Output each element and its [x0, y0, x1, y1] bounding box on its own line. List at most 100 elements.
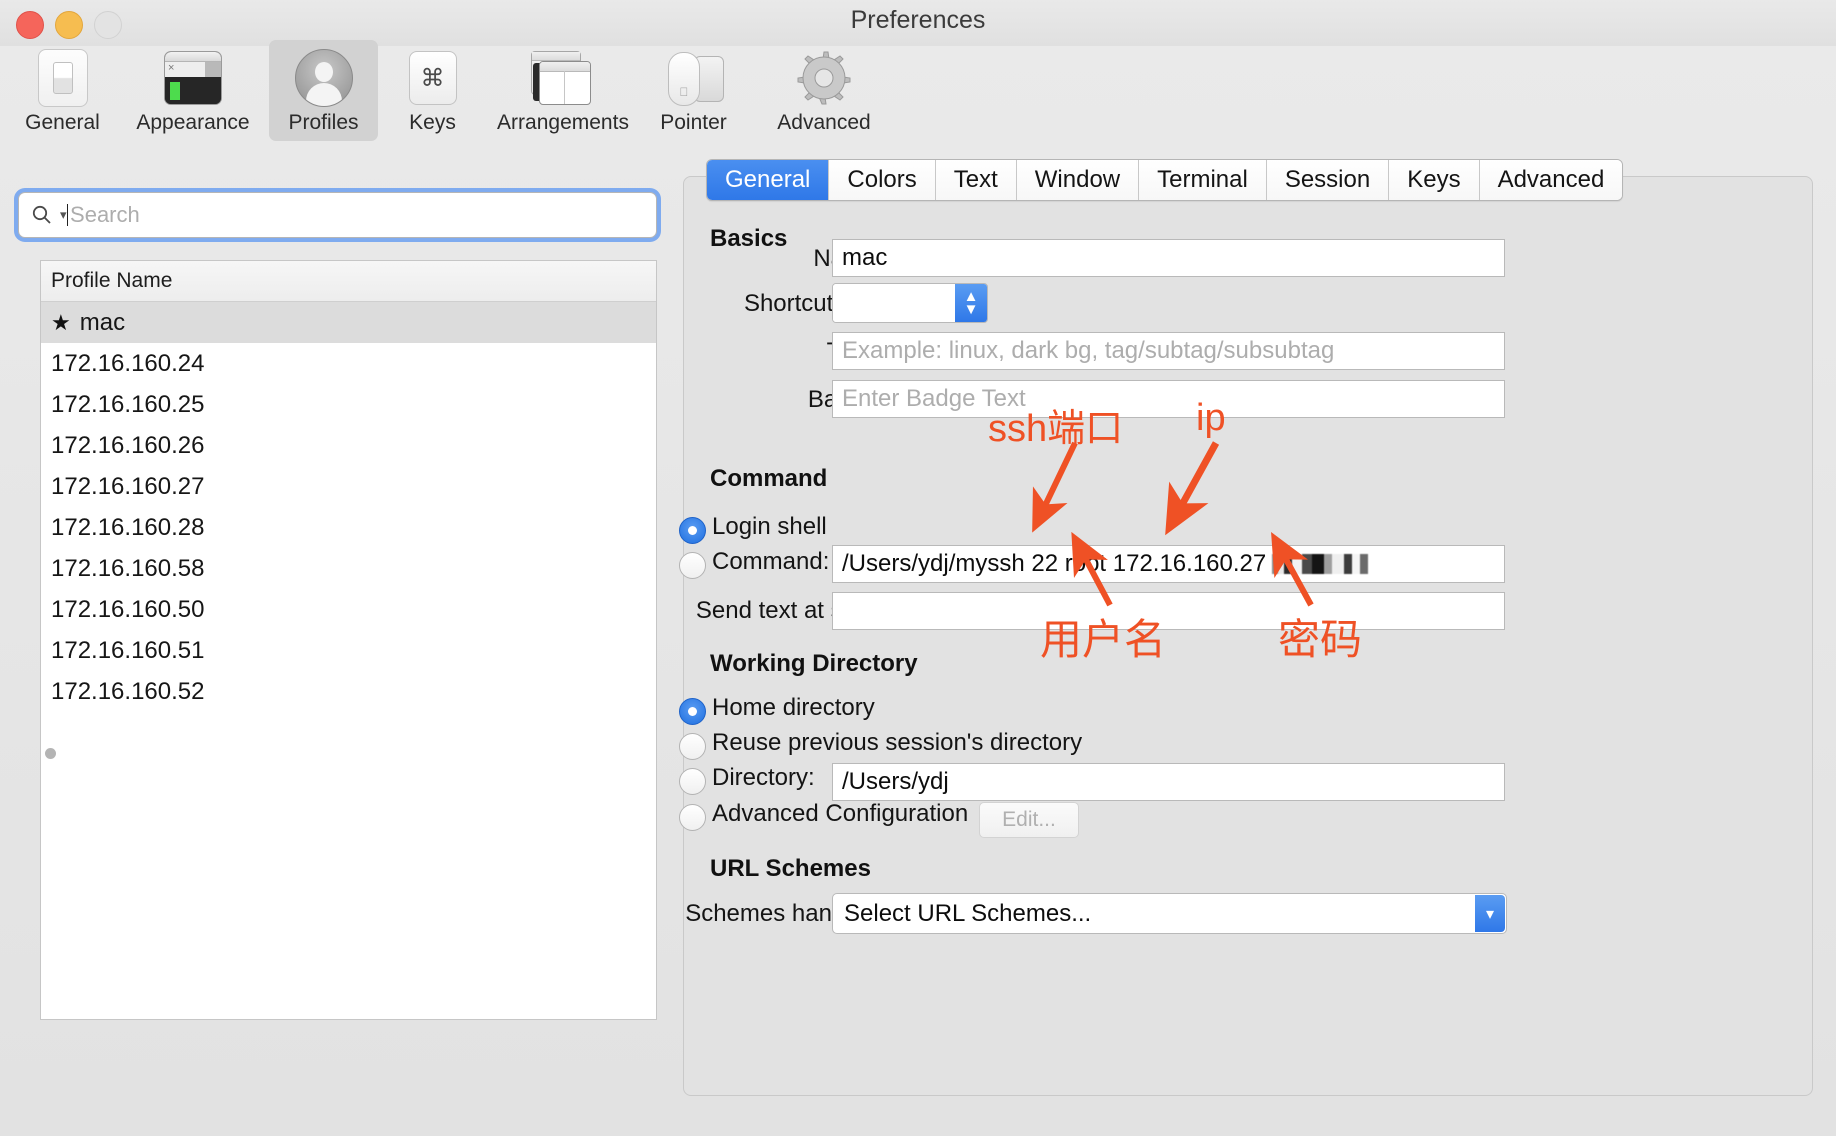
tags-field-placeholder: Example: linux, dark bg, tag/subtag/subs… [842, 337, 1334, 365]
preferences-window: Preferences General × Appearance [0, 0, 1836, 1136]
tab-label: Window [1035, 166, 1120, 194]
list-item[interactable]: 172.16.160.28 [41, 507, 656, 548]
toolbar-item-keys[interactable]: ⌘ Keys [378, 40, 487, 141]
annotation-ssh-port: ssh端口 [988, 397, 1123, 452]
tags-field[interactable]: Example: linux, dark bg, tag/subtag/subs… [832, 332, 1505, 370]
toolbar-item-profiles[interactable]: Profiles [269, 40, 378, 141]
list-item[interactable]: 172.16.160.52 [41, 671, 656, 712]
schemes-handled-value: Select URL Schemes... [844, 900, 1091, 928]
profile-name: 172.16.160.28 [51, 514, 204, 542]
login-shell-label: Login shell [712, 513, 827, 541]
advanced-configuration-label: Advanced Configuration [712, 800, 968, 828]
search-field[interactable]: ▾ Search [18, 192, 657, 238]
arrangements-icon [531, 47, 595, 109]
advanced-gear-icon [796, 47, 852, 109]
profile-name: 172.16.160.58 [51, 555, 204, 583]
profile-name: 172.16.160.27 [51, 473, 204, 501]
pointer-icon:  [664, 47, 724, 109]
toolbar-item-general[interactable]: General [8, 40, 117, 141]
appearance-icon: × [164, 47, 222, 109]
tab-keys[interactable]: Keys [1389, 160, 1479, 200]
tab-label: Keys [1407, 166, 1460, 194]
directory-label: Directory: [712, 764, 815, 792]
profile-list-header: Profile Name [41, 261, 656, 302]
tab-general[interactable]: General [707, 160, 829, 200]
list-item[interactable]: 172.16.160.25 [41, 384, 656, 425]
name-field[interactable]: mac [832, 239, 1505, 277]
reuse-previous-directory-radio[interactable] [679, 733, 706, 760]
section-heading-url-schemes: URL Schemes [710, 855, 871, 883]
profile-name: 172.16.160.52 [51, 678, 204, 706]
schemes-handled-dropdown[interactable]: Select URL Schemes... ▾ [832, 893, 1507, 934]
tab-session[interactable]: Session [1267, 160, 1389, 200]
toolbar-label-appearance: Appearance [136, 111, 249, 135]
shortcut-key-value[interactable] [833, 284, 955, 322]
list-item[interactable]: 172.16.160.26 [41, 425, 656, 466]
tab-window[interactable]: Window [1017, 160, 1139, 200]
profile-name: mac [80, 309, 125, 337]
search-input[interactable]: Search [70, 202, 140, 228]
chevron-down-icon[interactable]: ▾ [1475, 895, 1505, 932]
tab-terminal[interactable]: Terminal [1139, 160, 1267, 200]
toolbar-label-pointer: Pointer [660, 111, 727, 135]
profiles-sidebar: ▾ Search Profile Name ★ mac 172.16.160.2… [18, 192, 673, 1092]
edit-button[interactable]: Edit... [979, 802, 1079, 838]
command-field[interactable]: /Users/ydj/myssh 22 root 172.16.160.27 [832, 545, 1505, 583]
list-item[interactable]: 172.16.160.27 [41, 466, 656, 507]
send-text-at-start-field[interactable] [832, 592, 1505, 630]
edit-button-label: Edit... [1002, 808, 1056, 832]
tab-colors[interactable]: Colors [829, 160, 935, 200]
tab-text[interactable]: Text [936, 160, 1017, 200]
keys-icon: ⌘ [409, 47, 457, 109]
profile-name: 172.16.160.50 [51, 596, 204, 624]
column-header-profile-name: Profile Name [51, 269, 172, 293]
badge-field[interactable]: Enter Badge Text [832, 380, 1505, 418]
profiles-icon [295, 47, 353, 109]
login-shell-radio[interactable] [679, 517, 706, 544]
profile-name: 172.16.160.25 [51, 391, 204, 419]
shortcut-key-stepper[interactable]: ▲▼ [832, 283, 988, 323]
preferences-toolbar: General × Appearance Profiles ⌘ [0, 40, 1836, 148]
general-icon [38, 47, 88, 109]
directory-radio[interactable] [679, 768, 706, 795]
directory-field[interactable]: /Users/ydj [832, 763, 1505, 801]
text-caret [67, 204, 69, 226]
command-radio[interactable] [679, 552, 706, 579]
stepper-arrows-icon[interactable]: ▲▼ [955, 284, 987, 322]
tab-label: General [725, 166, 810, 194]
toolbar-label-advanced: Advanced [777, 111, 870, 135]
home-directory-radio[interactable] [679, 698, 706, 725]
toolbar-item-appearance[interactable]: × Appearance [117, 40, 269, 141]
reuse-previous-directory-label: Reuse previous session's directory [712, 729, 1082, 757]
toolbar-label-general: General [25, 111, 100, 135]
search-icon [31, 204, 53, 226]
list-item[interactable]: 172.16.160.50 [41, 589, 656, 630]
list-item[interactable]: 172.16.160.51 [41, 630, 656, 671]
annotation-password: 密码 [1278, 606, 1362, 667]
annotation-username: 用户名 [1040, 606, 1166, 667]
advanced-configuration-radio[interactable] [679, 804, 706, 831]
scroll-indicator-dot [45, 748, 56, 759]
tab-advanced[interactable]: Advanced [1480, 160, 1623, 200]
toolbar-item-pointer[interactable]:  Pointer [639, 40, 748, 141]
toolbar-label-keys: Keys [409, 111, 456, 135]
toolbar-label-arrangements: Arrangements [497, 111, 629, 135]
profile-name: 172.16.160.51 [51, 637, 204, 665]
star-icon: ★ [51, 310, 71, 336]
profile-settings-panel: General Colors Text Window Terminal Sess… [683, 176, 1813, 1096]
list-item[interactable]: 172.16.160.58 [41, 548, 656, 589]
home-directory-label: Home directory [712, 694, 875, 722]
profile-list[interactable]: Profile Name ★ mac 172.16.160.24 172.16.… [40, 260, 657, 1020]
list-item[interactable]: ★ mac [41, 302, 656, 343]
list-item[interactable]: 172.16.160.24 [41, 343, 656, 384]
directory-field-value: /Users/ydj [842, 768, 949, 796]
tab-label: Text [954, 166, 998, 194]
command-label: Command: [712, 548, 829, 576]
name-field-value: mac [842, 244, 887, 272]
toolbar-item-advanced[interactable]: Advanced [748, 40, 900, 141]
profile-name: 172.16.160.24 [51, 350, 204, 378]
toolbar-item-arrangements[interactable]: Arrangements [487, 40, 639, 141]
annotation-ip: ip [1196, 397, 1226, 440]
window-title: Preferences [0, 6, 1836, 35]
settings-tab-bar: General Colors Text Window Terminal Sess… [706, 159, 1623, 201]
